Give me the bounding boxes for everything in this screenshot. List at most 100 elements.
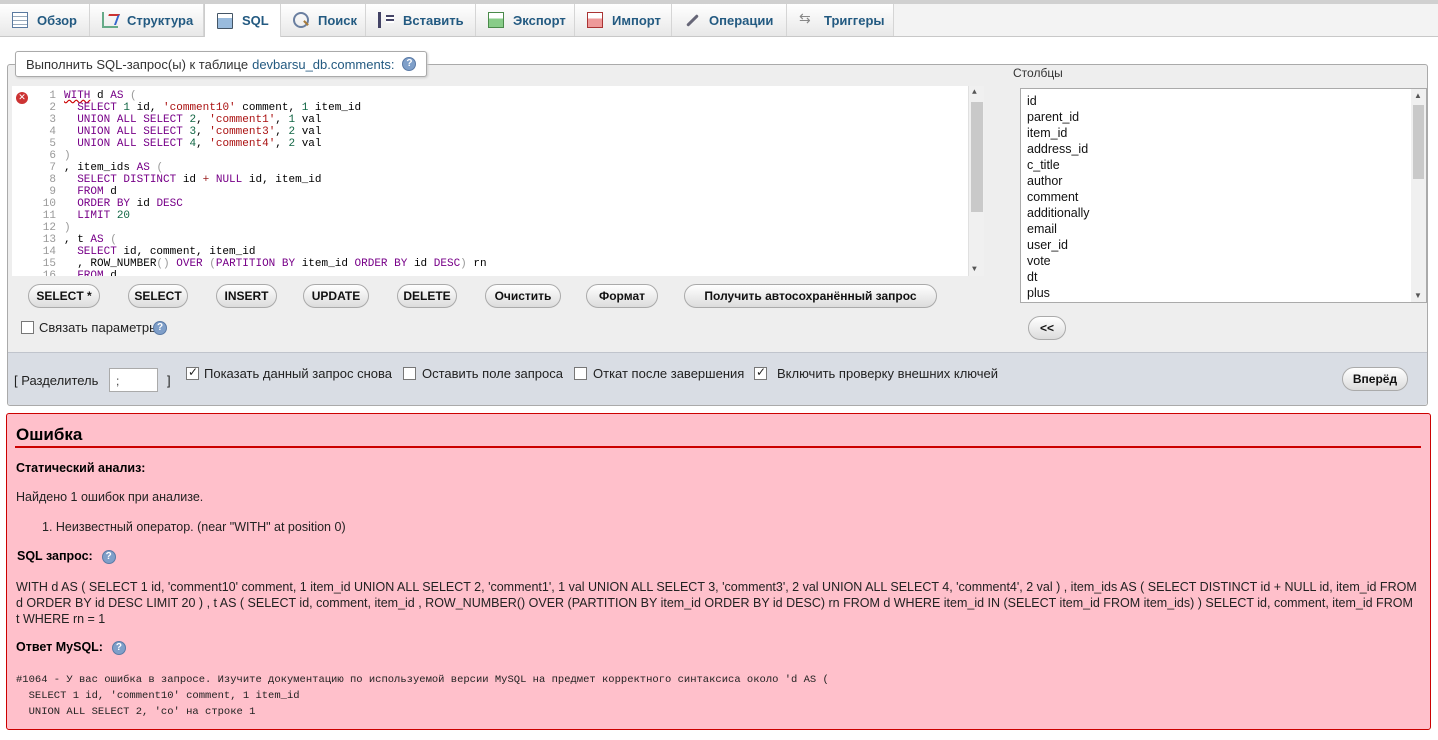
- delimiter-label-close: ]: [167, 373, 171, 388]
- export-icon: [488, 12, 504, 28]
- column-item[interactable]: plus: [1021, 285, 1426, 301]
- delimiter-label: [ Разделитель: [14, 373, 99, 388]
- code-line[interactable]: ): [64, 150, 487, 162]
- insert-column-button[interactable]: <<: [1028, 316, 1066, 340]
- tab-label: Вставить: [403, 12, 464, 28]
- editor-scrollbar[interactable]: ▲ ▼: [968, 86, 984, 276]
- sql-query-text: WITH d AS ( SELECT 1 id, 'comment10' com…: [16, 580, 1417, 626]
- line-number: 1: [49, 90, 56, 102]
- code-line[interactable]: FROM d: [64, 186, 487, 198]
- scroll-thumb[interactable]: [1413, 105, 1424, 179]
- column-item[interactable]: email: [1021, 221, 1426, 237]
- fk-checks-label: Включить проверку внешних ключей: [777, 366, 999, 381]
- line-number: 3: [49, 114, 56, 126]
- columns-title: Столбцы: [1013, 66, 1063, 80]
- column-item[interactable]: comment: [1021, 189, 1426, 205]
- scroll-down-icon[interactable]: ▼: [972, 265, 977, 274]
- code-line[interactable]: UNION ALL SELECT 4, 'comment4', 2 val: [64, 138, 487, 150]
- sql-editor[interactable]: ✕ 1 2 3 4 5 6 7 8 9 10 11 12 13 14 15 16 WITH d AS ( SE…: [12, 86, 984, 276]
- error-title: Ошибка: [16, 425, 83, 444]
- scroll-up-icon[interactable]: ▲: [1414, 91, 1422, 100]
- tab-label: SQL: [242, 13, 269, 28]
- format-button[interactable]: Формат: [586, 284, 658, 308]
- select-star-button[interactable]: SELECT *: [28, 284, 100, 308]
- show-query-again-label: Показать данный запрос снова: [204, 366, 392, 381]
- tab-bar: Обзор Структура SQL Поиск Вставить Экспо…: [0, 0, 1438, 37]
- column-item[interactable]: parent_id: [1021, 109, 1426, 125]
- code-line[interactable]: WITH d AS (: [64, 90, 487, 102]
- code-line[interactable]: ): [64, 222, 487, 234]
- line-number: 16: [42, 270, 56, 276]
- update-button[interactable]: UPDATE: [303, 284, 369, 308]
- legend-table-link[interactable]: devbarsu_db.comments:: [252, 57, 394, 72]
- bind-params-help-icon[interactable]: ?: [153, 321, 167, 335]
- tab-operations[interactable]: Операции: [672, 4, 787, 36]
- tab-insert[interactable]: Вставить: [366, 4, 476, 36]
- mysql-response-heading-text: Ответ MySQL:: [16, 640, 103, 654]
- sql-query-help-icon[interactable]: ?: [101, 549, 116, 564]
- delimiter-input[interactable]: ;: [109, 368, 158, 392]
- code-line[interactable]: LIMIT 20: [64, 210, 487, 222]
- column-item[interactable]: additionally: [1021, 205, 1426, 221]
- column-item[interactable]: address_id: [1021, 141, 1426, 157]
- code-line[interactable]: UNION ALL SELECT 2, 'comment1', 1 val: [64, 114, 487, 126]
- code-line[interactable]: UNION ALL SELECT 3, 'comment3', 2 val: [64, 126, 487, 138]
- error-divider: [15, 446, 1421, 448]
- error-list-item: 1. Неизвестный оператор. (near "WITH" at…: [42, 520, 346, 534]
- clear-button[interactable]: Очистить: [485, 284, 561, 308]
- column-item[interactable]: user_id: [1021, 237, 1426, 253]
- columns-list[interactable]: id parent_id item_id address_id c_title autho…: [1020, 88, 1427, 303]
- line-number: 7: [49, 162, 56, 174]
- column-item[interactable]: c_title: [1021, 157, 1426, 173]
- scroll-down-icon[interactable]: ▼: [1414, 291, 1422, 300]
- column-item[interactable]: vote: [1021, 253, 1426, 269]
- import-icon: [587, 12, 603, 28]
- delete-button[interactable]: DELETE: [397, 284, 457, 308]
- show-query-again-checkbox[interactable]: [186, 365, 199, 380]
- scroll-up-icon[interactable]: ▲: [972, 88, 977, 97]
- mysql-response-help-icon[interactable]: ?: [111, 640, 126, 655]
- line-number: 10: [42, 198, 56, 210]
- tab-export[interactable]: Экспорт: [476, 4, 575, 36]
- tab-triggers[interactable]: Триггеры: [787, 4, 894, 36]
- line-number: 4: [49, 126, 56, 138]
- retain-query-box-checkbox[interactable]: [403, 367, 416, 380]
- browse-icon: [12, 12, 28, 28]
- code-line[interactable]: , t AS (: [64, 234, 487, 246]
- tab-search[interactable]: Поиск: [281, 4, 366, 36]
- columns-scrollbar[interactable]: ▲ ▼: [1411, 89, 1426, 302]
- legend-prefix: Выполнить SQL-запрос(ы) к таблице: [26, 56, 249, 72]
- line-number: 6: [49, 150, 56, 162]
- rollback-checkbox[interactable]: [574, 367, 587, 380]
- code-area[interactable]: WITH d AS ( SELECT 1 id, 'comment10' com…: [64, 90, 487, 276]
- search-icon: [293, 12, 309, 28]
- column-item[interactable]: dt: [1021, 269, 1426, 285]
- code-line[interactable]: , ROW_NUMBER() OVER (PARTITION BY item_i…: [64, 258, 486, 270]
- code-line[interactable]: ORDER BY id DESC: [64, 198, 487, 210]
- code-line[interactable]: SELECT 1 id, 'comment10' comment, 1 item…: [64, 102, 487, 114]
- code-line[interactable]: SELECT DISTINCT id + NULL id, item_id: [64, 174, 487, 186]
- tab-structure[interactable]: Структура: [90, 4, 204, 36]
- bind-parameters-checkbox[interactable]: [21, 321, 34, 334]
- tab-import[interactable]: Импорт: [575, 4, 672, 36]
- select-button[interactable]: SELECT: [128, 284, 188, 308]
- column-item[interactable]: item_id: [1021, 125, 1426, 141]
- insert-button[interactable]: INSERT: [216, 284, 277, 308]
- fk-checks-checkbox[interactable]: [754, 365, 767, 380]
- scroll-thumb[interactable]: [971, 102, 983, 212]
- error-marker-icon[interactable]: ✕: [16, 92, 28, 104]
- code-line[interactable]: FROM d: [64, 270, 487, 276]
- mysql-response-line: SELECT 1 id, 'comment10' comment, 1 item…: [16, 690, 300, 702]
- retain-query-box-label: Оставить поле запроса: [422, 366, 563, 381]
- tab-sql[interactable]: SQL: [204, 4, 281, 37]
- column-item[interactable]: author: [1021, 173, 1426, 189]
- tab-browse[interactable]: Обзор: [0, 4, 90, 36]
- get-autosaved-query-button[interactable]: Получить автосохранённый запрос: [684, 284, 937, 308]
- code-line[interactable]: SELECT id, comment, item_id: [64, 246, 487, 258]
- go-button[interactable]: Вперёд: [1342, 367, 1408, 391]
- operations-icon: [684, 12, 700, 28]
- help-icon[interactable]: ?: [402, 57, 417, 71]
- column-item[interactable]: id: [1021, 93, 1426, 109]
- tab-label: Триггеры: [824, 12, 885, 28]
- code-line[interactable]: , item_ids AS (: [64, 162, 487, 174]
